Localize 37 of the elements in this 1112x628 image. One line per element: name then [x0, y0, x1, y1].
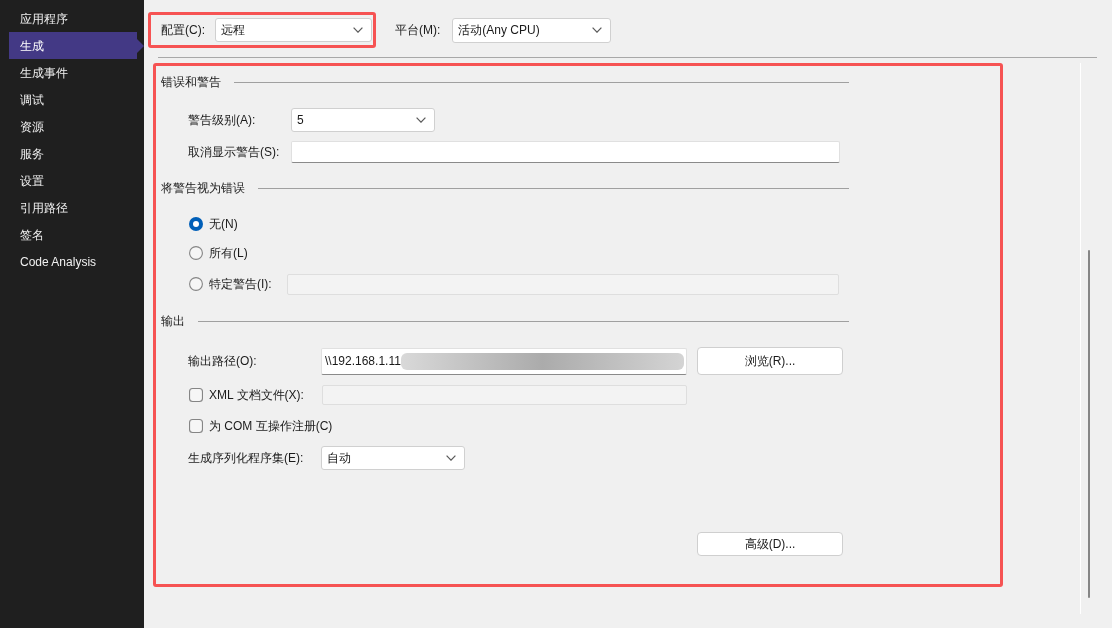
dropdown[interactable]: 自动: [321, 446, 465, 470]
path-field[interactable]: \\192.168.1.11: [321, 347, 687, 375]
checkbox-option[interactable]: XML 文档文件(X):: [189, 386, 304, 404]
chevron-down-icon: [416, 117, 426, 123]
radio-option[interactable]: 所有(L): [189, 244, 248, 262]
field-label: 输出路径(O):: [188, 353, 257, 370]
sidebar-item[interactable]: 引用路径: [9, 194, 138, 221]
pointer-triangle-icon: [137, 38, 144, 53]
chevron-down-icon: [446, 455, 456, 461]
radio-option[interactable]: 特定警告(I):: [189, 275, 272, 293]
section-heading: 输出: [161, 313, 185, 330]
radio-option[interactable]: 无(N): [189, 215, 238, 233]
sidebar-item[interactable]: 服务: [9, 140, 138, 167]
sidebar-item[interactable]: 设置: [9, 167, 138, 194]
scrollbar-thumb[interactable]: [1088, 250, 1090, 598]
section-heading: 错误和警告: [161, 74, 221, 91]
action-button[interactable]: 高级(D)...: [697, 532, 843, 556]
chevron-down-icon: [353, 27, 363, 33]
chevron-down-icon: [592, 27, 603, 33]
browse-button[interactable]: 浏览(R)...: [697, 347, 843, 375]
field-label: 配置(C):: [161, 22, 205, 39]
field-label: 取消显示警告(S):: [188, 144, 280, 161]
field-label: 生成序列化程序集(E):: [188, 450, 304, 467]
sidebar-item[interactable]: 签名: [9, 221, 138, 248]
section-heading: 将警告视为错误: [161, 180, 245, 197]
field-label: 警告级别(A):: [188, 112, 256, 129]
sidebar-item[interactable]: 生成事件: [9, 59, 138, 86]
dropdown[interactable]: 活动(Any CPU): [452, 17, 612, 43]
sidebar-item[interactable]: 调试: [9, 86, 138, 113]
sidebar-item[interactable]: 应用程序: [9, 5, 138, 32]
dropdown[interactable]: 5: [291, 108, 435, 132]
sidebar-item[interactable]: 资源: [9, 113, 138, 140]
text-field[interactable]: [291, 141, 840, 163]
checkbox-option[interactable]: 为 COM 互操作注册(C): [189, 417, 333, 435]
field-label: 平台(M):: [395, 22, 441, 39]
dropdown[interactable]: 远程: [215, 18, 372, 42]
sidebar-item[interactable]: Code Analysis: [9, 248, 138, 275]
